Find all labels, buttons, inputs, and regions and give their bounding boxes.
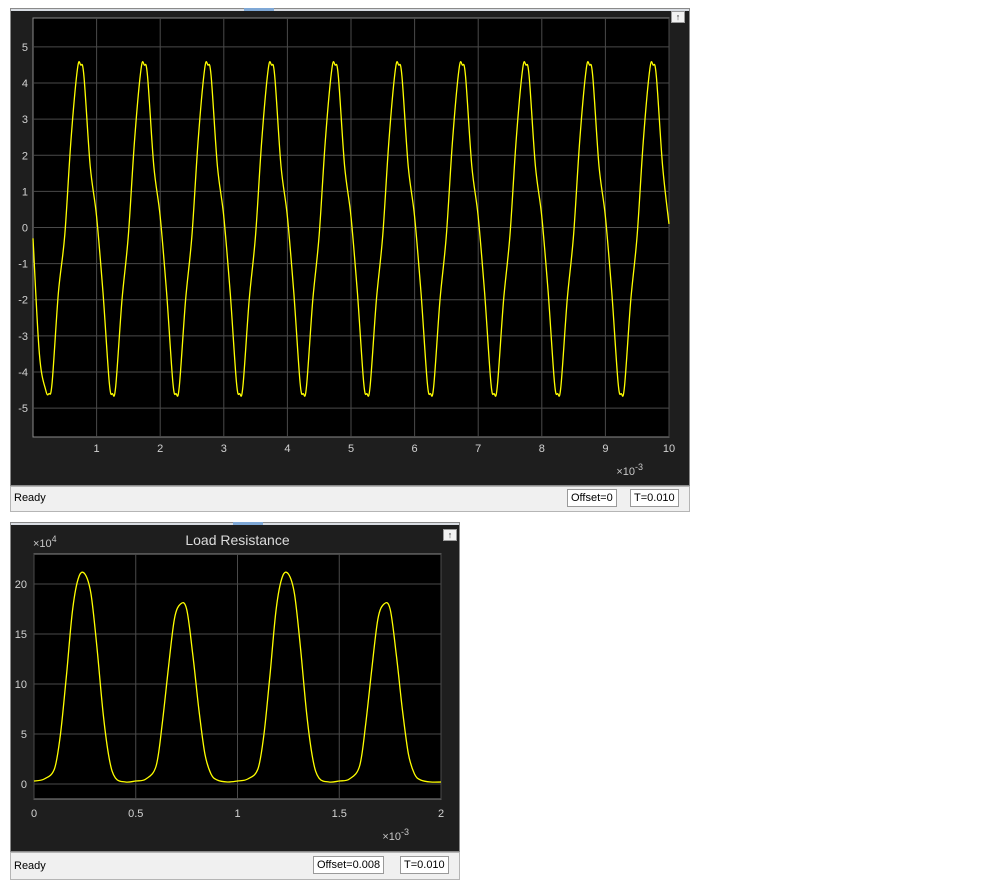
y-multiplier-label: ×104 — [33, 534, 57, 550]
x-tick-label: 1 — [234, 808, 240, 820]
status-offset-field: Offset=0 — [567, 489, 617, 507]
status-bar-1: Ready Offset=0 T=0.010 — [10, 486, 690, 512]
status-time-field: T=0.010 — [630, 489, 679, 507]
status-time-field: T=0.010 — [400, 856, 449, 874]
x-tick-label: 5 — [348, 443, 354, 455]
y-tick-label: 3 — [22, 114, 28, 126]
y-tick-label: -2 — [18, 295, 28, 307]
scope-plot-1: 1 2 3 4 5 6 7 8 9 10543210-1-2-3-4-5×10-3 — [18, 17, 675, 478]
x-tick-label: 10 — [663, 443, 675, 455]
x-tick-label: 1.5 — [332, 808, 347, 820]
y-tick-label: -3 — [18, 331, 28, 343]
scope-window-1: ↑ 1 2 3 4 5 6 7 8 9 10 5 4 3 2 1 0 -1 -2 -3 -4 -5 ×10-3 — [10, 8, 690, 486]
y-tick-label: 0 — [21, 779, 27, 791]
chart-title: Load Resistance — [185, 532, 290, 548]
status-offset-field: Offset=0.008 — [313, 856, 385, 874]
status-bar-2: Ready Offset=0.008 T=0.010 — [10, 852, 460, 880]
y-tick-label: 0 — [22, 223, 28, 235]
x-tick-label: 2 — [438, 808, 444, 820]
y-tick-label: 20 — [15, 579, 27, 591]
x-multiplier-exponent: -3 — [635, 462, 643, 472]
x-multiplier-exponent: -3 — [401, 827, 409, 837]
y-tick-label: 5 — [21, 729, 27, 741]
x-multiplier-label: ×10-3 — [616, 462, 643, 478]
x-multiplier-label: ×10-3 — [382, 827, 409, 843]
y-tick-label: 10 — [15, 679, 27, 691]
x-tick-label: 0.5 — [128, 808, 143, 820]
y-multiplier-exponent: 4 — [52, 534, 57, 544]
y-tick-label: 5 — [22, 42, 28, 54]
y-tick-label: -1 — [18, 259, 28, 271]
y-tick-label: 1 — [22, 186, 28, 198]
x-tick-label: 6 — [412, 443, 418, 455]
y-tick-label: 4 — [22, 78, 28, 90]
x-tick-label: 3 — [221, 443, 227, 455]
scope-window-2: ↑ 0 0.5 1 1.5 2 20 15 10 5 0 ×10-3 ×104 Load Resista… — [10, 522, 460, 852]
y-tick-label: -5 — [18, 403, 28, 415]
x-tick-label: 7 — [475, 443, 481, 455]
y-tick-label: 2 — [22, 150, 28, 162]
status-ready-text: Ready — [14, 860, 46, 872]
scope-plot-2: 0 0.5 1 1.5 2 20 15 10 5 0 ×10-3 ×104 Load Resistanc… — [15, 532, 444, 843]
x-tick-label: 2 — [157, 443, 163, 455]
y-tick-label: -4 — [18, 367, 28, 379]
x-tick-label: 9 — [602, 443, 608, 455]
x-tick-label: 8 — [539, 443, 545, 455]
status-ready-text: Ready — [14, 492, 46, 504]
y-tick-label: 15 — [15, 629, 27, 641]
x-tick-label: 4 — [284, 443, 290, 455]
x-tick-label: 1 — [94, 443, 100, 455]
x-tick-label: 0 — [31, 808, 37, 820]
